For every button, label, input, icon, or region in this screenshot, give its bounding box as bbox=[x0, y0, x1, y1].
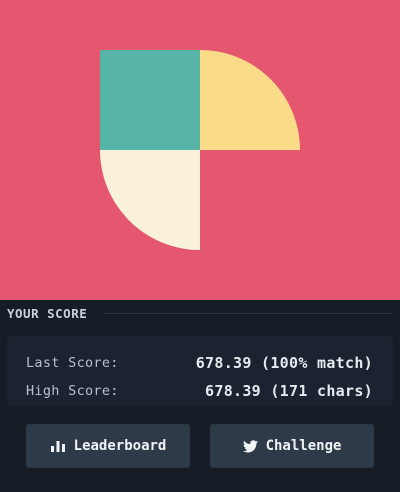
score-box: Last Score: 678.39 (100% match) High Sco… bbox=[7, 336, 393, 406]
last-score-label: Last Score: bbox=[26, 355, 119, 371]
challenge-label: Challenge bbox=[265, 438, 342, 454]
leaderboard-button[interactable]: Leaderboard bbox=[26, 424, 190, 468]
target-canvas bbox=[0, 0, 400, 300]
last-score-row: Last Score: 678.39 (100% match) bbox=[7, 353, 393, 373]
bar-chart-icon bbox=[50, 439, 66, 453]
score-header: YOUR SCORE bbox=[0, 300, 400, 326]
score-title: YOUR SCORE bbox=[7, 305, 88, 321]
high-score-value: 678.39 (171 chars) bbox=[205, 382, 373, 400]
twitter-icon bbox=[242, 439, 258, 453]
last-score-value: 678.39 (100% match) bbox=[195, 354, 373, 372]
score-panel: YOUR SCORE Last Score: 678.39 (100% matc… bbox=[0, 300, 400, 492]
teal-square bbox=[100, 50, 200, 150]
leaderboard-label: Leaderboard bbox=[73, 438, 167, 454]
challenge-button[interactable]: Challenge bbox=[210, 424, 374, 468]
header-divider bbox=[105, 312, 392, 314]
high-score-label: High Score: bbox=[26, 383, 119, 399]
high-score-row: High Score: 678.39 (171 chars) bbox=[7, 381, 393, 401]
target-image bbox=[0, 0, 400, 300]
